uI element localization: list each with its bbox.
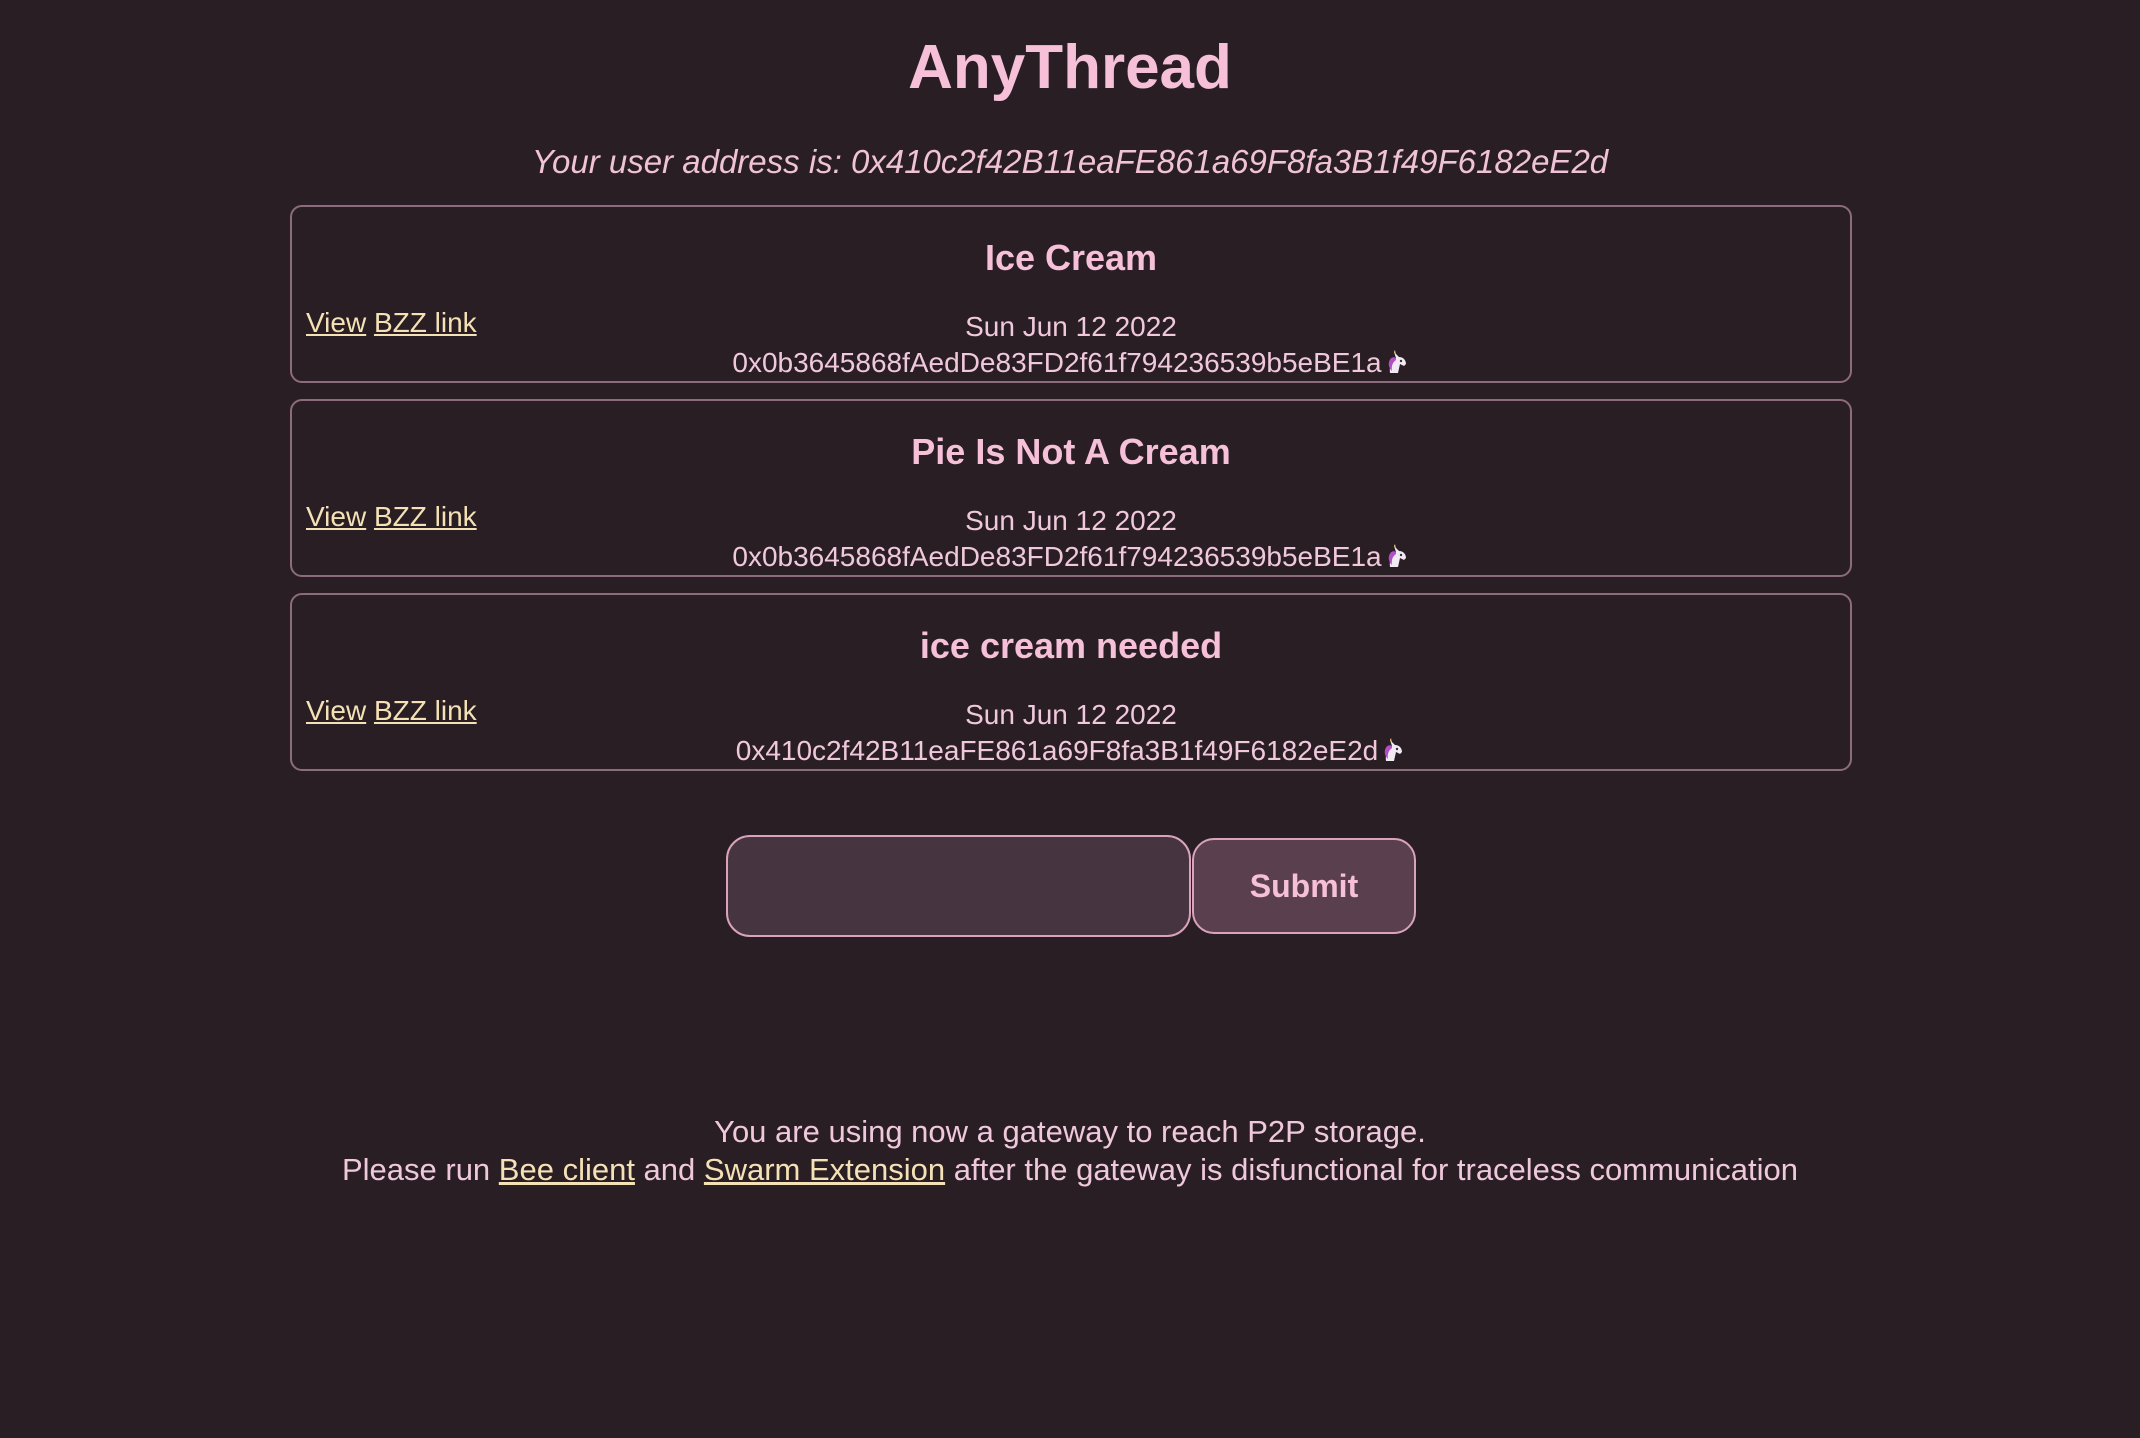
- thread-author: 0x0b3645868fAedDe83FD2f61f794236539b5eBE…: [292, 345, 1850, 381]
- footer-run-notice: Please run Bee client and Swarm Extensio…: [0, 1151, 2140, 1189]
- thread-title: Pie Is Not A Cream: [911, 431, 1231, 472]
- author-address: 0x0b3645868fAedDe83FD2f61f794236539b5eBE…: [732, 541, 1382, 572]
- thread-author: 0x410c2f42B11eaFE861a69F8fa3B1f49F6182eE…: [292, 733, 1850, 769]
- thread-title-input[interactable]: [726, 835, 1191, 937]
- footer-gateway-notice: You are using now a gateway to reach P2P…: [714, 1114, 1426, 1149]
- user-address: Your user address is: 0x410c2f42B11eaFE8…: [531, 143, 1609, 180]
- bee-client-link[interactable]: Bee client: [499, 1152, 635, 1187]
- thread-title: ice cream needed: [919, 625, 1223, 666]
- thread-card: Ice Cream View BZZ link Sun Jun 12 2022 …: [290, 205, 1852, 383]
- unicorn-icon: [1384, 738, 1403, 761]
- thread-card: ice cream needed View BZZ link Sun Jun 1…: [290, 593, 1852, 771]
- page: AnyThread Your user address is: 0x410c2f…: [0, 0, 2140, 1438]
- thread-date: Sun Jun 12 2022: [965, 311, 1177, 342]
- thread-title: Ice Cream: [984, 237, 1158, 278]
- submit-button[interactable]: Submit: [1192, 838, 1416, 934]
- app-title: AnyThread: [908, 33, 1232, 102]
- footer-and: and: [634, 1152, 704, 1187]
- footer: You are using now a gateway to reach P2P…: [0, 1113, 2140, 1189]
- thread-date: Sun Jun 12 2022: [965, 505, 1177, 536]
- unicorn-icon: [1388, 350, 1406, 373]
- author-address: 0x410c2f42B11eaFE861a69F8fa3B1f49F6182eE…: [735, 735, 1379, 766]
- thread-date: Sun Jun 12 2022: [965, 699, 1177, 730]
- thread-card: Pie Is Not A Cream View BZZ link Sun Jun…: [290, 399, 1852, 577]
- thread-list: Ice Cream View BZZ link Sun Jun 12 2022 …: [290, 205, 1852, 787]
- author-address: 0x0b3645868fAedDe83FD2f61f794236539b5eBE…: [732, 347, 1382, 378]
- footer-suffix: after the gateway is disfunctional for t…: [945, 1152, 1799, 1187]
- unicorn-icon: [1388, 544, 1406, 567]
- thread-author: 0x0b3645868fAedDe83FD2f61f794236539b5eBE…: [292, 539, 1850, 575]
- footer-prefix: Please run: [341, 1152, 499, 1187]
- swarm-extension-link[interactable]: Swarm Extension: [704, 1152, 945, 1187]
- thread-composer: Submit: [726, 835, 1416, 937]
